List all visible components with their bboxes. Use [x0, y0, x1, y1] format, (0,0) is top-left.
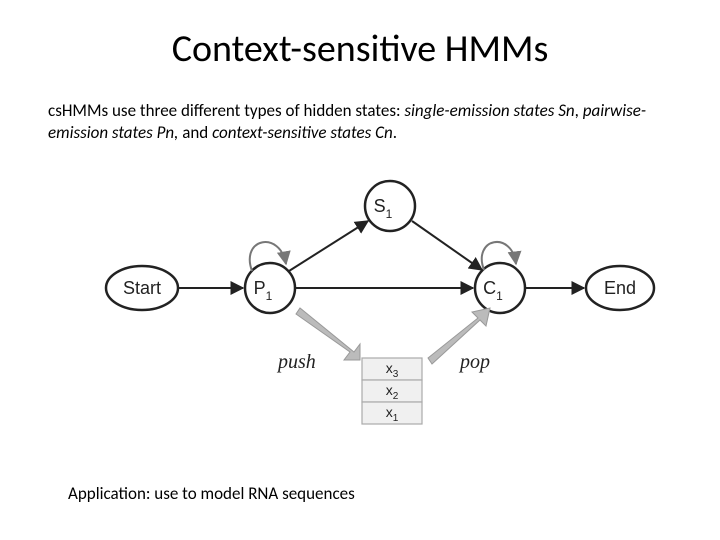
node-s1	[365, 181, 415, 231]
edge-s1-c1	[412, 221, 482, 270]
pop-label: pop	[458, 351, 490, 373]
desc-text-1: csHMMs use three different types of hidd…	[48, 100, 404, 121]
desc-text-7: .	[393, 122, 397, 143]
desc-text-2: single-emission states Sn	[404, 100, 574, 121]
edge-p1-s1	[289, 221, 368, 271]
desc-text-3: ,	[575, 100, 583, 121]
hmm-diagram: Start P1 S1 C1 End x3 x2 x1 push pop	[100, 168, 660, 468]
node-end-label: End	[604, 278, 636, 298]
desc-text-6: context-sensitive states Cn	[212, 122, 393, 143]
slide-title: Context-sensitive HMMs	[0, 26, 720, 72]
stack: x3 x2 x1	[362, 358, 422, 424]
application-text: Application: use to model RNA sequences	[68, 483, 355, 504]
node-start-label: Start	[123, 278, 161, 298]
push-label: push	[276, 351, 316, 373]
desc-text-5: and	[182, 122, 212, 143]
description: csHMMs use three different types of hidd…	[48, 100, 664, 144]
